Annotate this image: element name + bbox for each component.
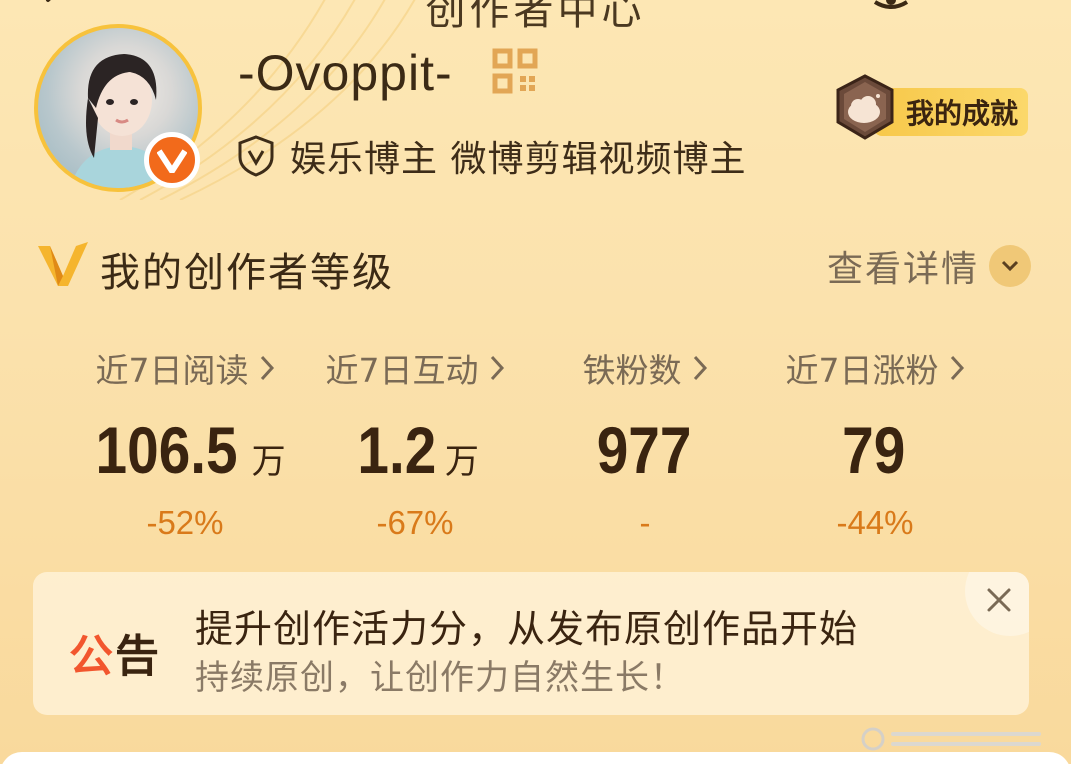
announcement-title: 提升创作活力分，从发布原创作品开始 [195, 607, 859, 651]
stat-change: -67% [376, 504, 454, 541]
stat-value: 977 [596, 413, 692, 487]
certification: 娱乐博主 微博剪辑视频博主 [236, 130, 746, 182]
creator-level-section: 我的创作者等级 查看详情 [36, 238, 1031, 298]
stat-label: 铁粉数 [582, 351, 682, 390]
close-icon[interactable] [983, 584, 1015, 616]
view-details-link[interactable]: 查看详情 [827, 240, 1031, 292]
stat-label: 近7日阅读 [95, 351, 249, 390]
stat-iron-fans[interactable]: 铁粉数 977 - [530, 344, 760, 542]
creator-v-logo-icon [38, 242, 88, 286]
stat-unit: 万 [444, 442, 479, 482]
announcement-tag-part2: 告 [115, 631, 161, 682]
avatar[interactable] [34, 24, 202, 192]
stat-new-fans[interactable]: 近7日涨粉 79 -44% [760, 344, 990, 542]
verified-v-badge-icon [144, 132, 200, 188]
stat-value: 79 [842, 413, 906, 487]
stat-change: - [639, 504, 651, 541]
stat-label: 近7日互动 [325, 351, 479, 390]
username: -Ovoppit- [238, 45, 453, 101]
stat-value: 106.5 [95, 413, 239, 487]
chevron-down-icon [989, 245, 1031, 287]
chevron-right-icon [260, 355, 274, 381]
chevron-right-icon [490, 355, 504, 381]
achievement-label: 我的成就 [874, 88, 1028, 136]
stat-value: 1.2 [357, 413, 437, 487]
stat-label: 近7日涨粉 [785, 351, 939, 390]
settings-icon[interactable] [871, 0, 911, 14]
stats-panel: 近7日阅读 106.5 万 -52% 近7日互动 1.2 万 -67% 铁粉数 97… [70, 344, 1030, 544]
stat-change: -52% [146, 504, 224, 541]
stat-interactions[interactable]: 近7日互动 1.2 万 -67% [300, 344, 530, 542]
top-bar: 创作者中心 [0, 0, 1071, 34]
announcement-card[interactable]: 公告 提升创作活力分，从发布原创作品开始 持续原创，让创作力自然生长！ [33, 572, 1029, 715]
announcement-tag-part1: 公 [69, 631, 115, 682]
achievement-medal-icon [836, 74, 894, 140]
certification-text: 娱乐博主 微博剪辑视频博主 [290, 139, 747, 180]
announcement-subtitle: 持续原创，让创作力自然生长！ [195, 658, 685, 698]
chevron-right-icon [950, 355, 964, 381]
qr-code-icon[interactable] [492, 48, 538, 94]
stat-change: -44% [836, 504, 914, 541]
chevron-right-icon [693, 355, 707, 381]
stat-reads[interactable]: 近7日阅读 106.5 万 -52% [70, 344, 300, 542]
stat-unit: 万 [251, 442, 286, 482]
creator-level-title: 我的创作者等级 [100, 250, 394, 296]
view-details-label: 查看详情 [826, 249, 979, 290]
shield-v-icon [238, 135, 274, 177]
watermark-logo-icon [861, 727, 1041, 751]
announcement-tag: 公告 [69, 620, 161, 684]
